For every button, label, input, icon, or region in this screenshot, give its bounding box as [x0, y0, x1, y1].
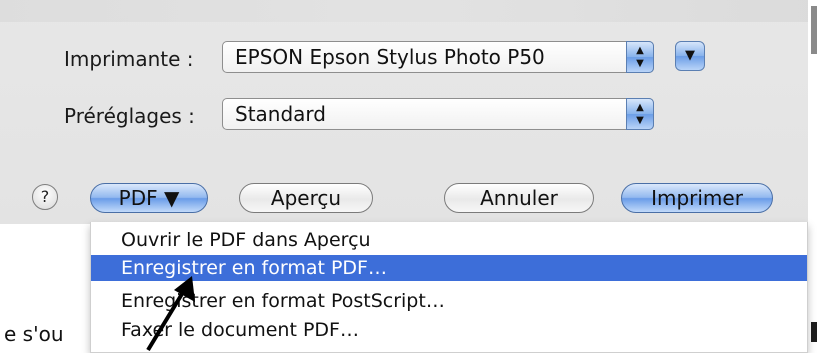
stepper-up-icon: ▲	[636, 45, 644, 56]
preview-button[interactable]: Aperçu	[239, 183, 373, 213]
printer-value: EPSON Epson Stylus Photo P50	[235, 45, 545, 69]
presets-value: Standard	[235, 102, 326, 126]
disclosure-triangle-icon: ▼	[685, 48, 695, 63]
cancel-button[interactable]: Annuler	[444, 183, 594, 213]
stepper-up-icon: ▲	[636, 102, 644, 113]
print-button[interactable]: Imprimer	[621, 183, 773, 213]
window-edge-mark	[811, 322, 817, 342]
annotation-arrow-icon	[146, 276, 195, 352]
presets-label: Préréglages :	[64, 104, 195, 128]
dialog-top-strip	[0, 0, 808, 22]
window-edge	[808, 0, 823, 349]
presets-stepper-icon: ▲ ▼	[626, 98, 654, 130]
pdf-menu-button[interactable]: PDF ▼	[90, 183, 208, 213]
printer-popup[interactable]: EPSON Epson Stylus Photo P50 ▲ ▼	[222, 41, 654, 73]
stepper-down-icon: ▼	[636, 58, 644, 69]
presets-popup[interactable]: Standard ▲ ▼	[222, 98, 654, 130]
printer-stepper-icon: ▲ ▼	[626, 41, 654, 73]
expand-dialog-button[interactable]: ▼	[675, 41, 705, 71]
menu-item-open-in-preview[interactable]: Ouvrir le PDF dans Aperçu	[91, 227, 807, 253]
help-button[interactable]: ?	[32, 184, 58, 210]
background-document-text: e s'ou	[4, 322, 64, 346]
stepper-down-icon: ▼	[636, 115, 644, 126]
print-dialog: Imprimante : EPSON Epson Stylus Photo P5…	[0, 0, 808, 224]
help-icon: ?	[40, 187, 50, 206]
scrollbar-thumb	[811, 6, 817, 54]
printer-label: Imprimante :	[64, 47, 194, 71]
